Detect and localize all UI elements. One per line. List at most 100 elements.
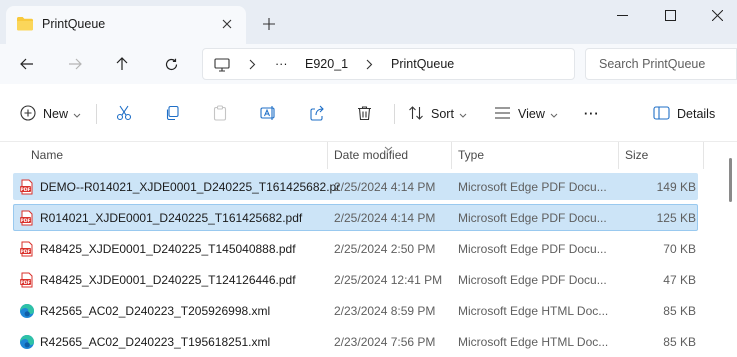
file-type: Microsoft Edge PDF Docu... [458, 242, 607, 256]
edge-icon [19, 334, 35, 350]
paste-button[interactable] [212, 101, 228, 127]
sort-label: Sort [431, 107, 454, 121]
file-size: 149 KB [656, 180, 696, 194]
column-divider[interactable] [703, 142, 704, 169]
file-date-modified: 2/25/2024 4:14 PM [334, 211, 436, 225]
forward-arrow-icon[interactable] [61, 50, 89, 78]
scissors-icon [116, 105, 132, 124]
file-size: 70 KB [663, 242, 696, 256]
file-type: Microsoft Edge HTML Doc... [458, 335, 608, 349]
file-row[interactable]: PDF R48425_XJDE0001_D240225_T145040888.pd… [13, 235, 698, 262]
pdf-icon: PDF [19, 179, 35, 195]
pdf-icon: PDF [19, 272, 35, 288]
maximize-icon[interactable] [647, 0, 693, 30]
delete-button[interactable] [357, 101, 372, 127]
details-pane-button[interactable]: Details [653, 101, 715, 127]
command-bar: New Sort View ··· Details [0, 84, 737, 142]
share-button[interactable] [309, 101, 325, 127]
edge-icon [19, 303, 35, 319]
pdf-icon: PDF [19, 241, 35, 257]
svg-text:PDF: PDF [20, 218, 30, 224]
file-date-modified: 2/23/2024 8:59 PM [334, 304, 436, 318]
file-name: R42565_AC02_D240223_T195618251.xml [40, 335, 271, 349]
navigation-bar: ··· E920_1 PrintQueue Search PrintQueue [0, 44, 737, 84]
file-row[interactable]: PDF R48425_XJDE0001_D240225_T124126446.pd… [13, 266, 698, 293]
file-name: DEMO--R014021_XJDE0001_D240225_T16142568… [40, 180, 340, 194]
rename-button[interactable] [260, 101, 277, 127]
column-header-row: Name Date modified Type Size [0, 142, 710, 169]
chevron-right-icon[interactable] [366, 59, 373, 73]
chevron-down-icon [459, 107, 467, 121]
breadcrumb-e920-1[interactable]: E920_1 [305, 57, 348, 71]
plus-icon[interactable] [259, 14, 279, 34]
plus-circle-icon [20, 104, 36, 124]
file-row[interactable]: PDF R014021_XJDE0001_D240225_T161425682.p… [13, 204, 698, 231]
file-row[interactable]: PDF DEMO--R014021_XJDE0001_D240225_T16142… [13, 173, 698, 200]
column-header-type[interactable]: Type [458, 142, 484, 169]
new-button[interactable]: New [20, 101, 81, 127]
search-input[interactable]: Search PrintQueue [585, 48, 737, 80]
breadcrumb-overflow[interactable]: ··· [275, 57, 288, 71]
title-bar: PrintQueue [0, 0, 737, 44]
chevron-down-icon [73, 107, 81, 121]
more-label: ··· [584, 107, 600, 121]
refresh-icon[interactable] [157, 50, 185, 78]
file-date-modified: 2/23/2024 7:56 PM [334, 335, 436, 349]
file-date-modified: 2/25/2024 12:41 PM [334, 273, 443, 287]
file-date-modified: 2/25/2024 2:50 PM [334, 242, 436, 256]
file-name: R42565_AC02_D240223_T205926998.xml [40, 304, 271, 318]
svg-text:PDF: PDF [20, 249, 30, 255]
file-name: R48425_XJDE0001_D240225_T124126446.pdf [40, 273, 296, 287]
column-header-size[interactable]: Size [625, 142, 648, 169]
folder-icon [16, 16, 34, 34]
tab-close-icon[interactable] [218, 15, 236, 33]
file-date-modified: 2/25/2024 4:14 PM [334, 180, 436, 194]
file-name: R014021_XJDE0001_D240225_T161425682.pdf [40, 211, 303, 225]
sort-button[interactable]: Sort [408, 101, 467, 127]
file-row[interactable]: R42565_AC02_D240223_T205926998.xml 2/23/2… [13, 297, 698, 324]
pdf-icon: PDF [19, 210, 35, 226]
breadcrumb-printqueue[interactable]: PrintQueue [391, 57, 454, 71]
chevron-right-icon[interactable] [249, 59, 256, 73]
cut-button[interactable] [116, 101, 132, 127]
column-header-name[interactable]: Name [31, 142, 63, 169]
close-icon[interactable] [694, 0, 737, 30]
search-placeholder: Search PrintQueue [599, 57, 706, 71]
details-pane-icon [653, 105, 670, 123]
file-type: Microsoft Edge PDF Docu... [458, 211, 607, 225]
address-bar[interactable]: ··· E920_1 PrintQueue [202, 48, 575, 80]
file-type: Microsoft Edge PDF Docu... [458, 180, 607, 194]
view-list-icon [494, 106, 511, 123]
tab-printqueue[interactable]: PrintQueue [6, 6, 246, 44]
file-row[interactable]: R42565_AC02_D240223_T195618251.xml 2/23/2… [13, 328, 698, 355]
back-arrow-icon[interactable] [13, 50, 41, 78]
column-divider[interactable] [618, 142, 619, 169]
computer-icon [214, 58, 230, 75]
file-size: 47 KB [663, 273, 696, 287]
sort-indicator-icon [384, 140, 393, 154]
chevron-down-icon [550, 107, 558, 121]
details-label: Details [677, 107, 716, 121]
file-size: 125 KB [656, 211, 696, 225]
trash-icon [357, 105, 372, 124]
copy-icon [164, 105, 180, 124]
sort-icon [408, 105, 424, 124]
up-arrow-icon[interactable] [108, 50, 136, 78]
file-size: 85 KB [663, 304, 696, 318]
clipboard-icon [212, 104, 228, 124]
more-options-button[interactable]: ··· [584, 101, 600, 127]
column-divider[interactable] [327, 142, 328, 169]
file-type: Microsoft Edge PDF Docu... [458, 273, 607, 287]
file-size: 85 KB [663, 335, 696, 349]
share-icon [309, 105, 325, 124]
view-button[interactable]: View [494, 101, 558, 127]
vertical-scrollbar[interactable] [726, 142, 737, 357]
column-divider[interactable] [451, 142, 452, 169]
svg-text:PDF: PDF [20, 280, 30, 286]
view-label: View [518, 107, 545, 121]
rename-icon [260, 105, 277, 124]
minimize-icon[interactable] [599, 0, 645, 30]
column-header-date-modified[interactable]: Date modified [334, 142, 408, 169]
scrollbar-thumb[interactable] [729, 158, 732, 202]
copy-button[interactable] [164, 101, 180, 127]
